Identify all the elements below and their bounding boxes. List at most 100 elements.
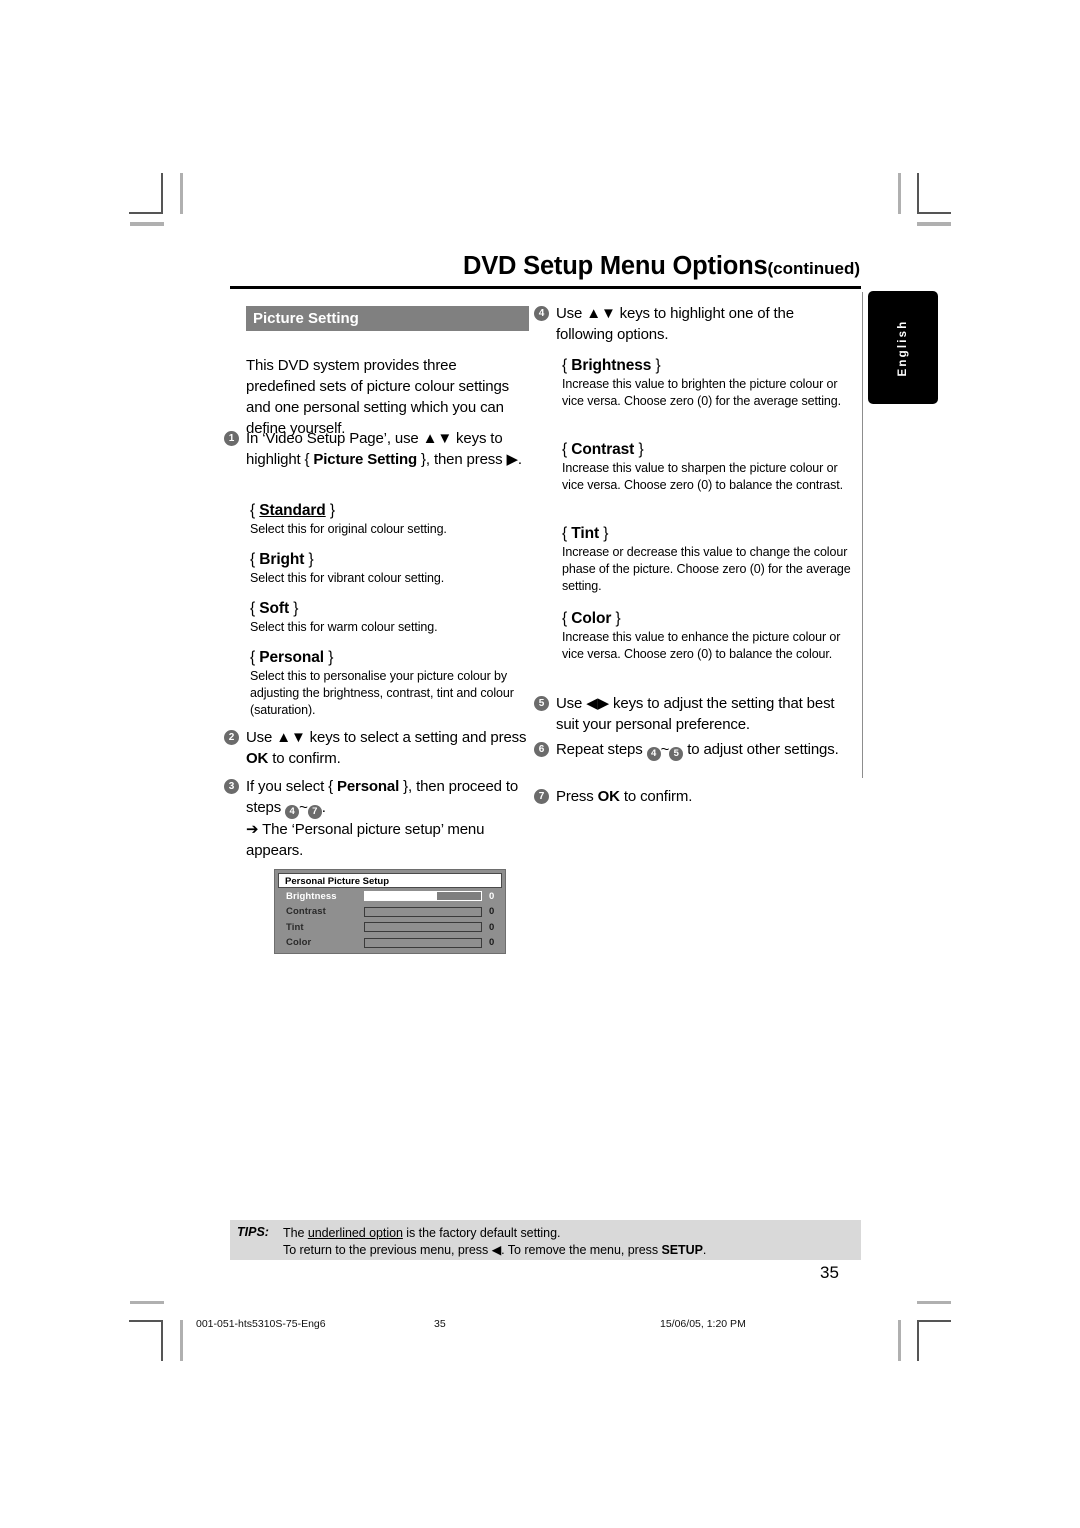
osd-menu-title: Personal Picture Setup — [278, 873, 502, 888]
tips-line-1-a: The — [283, 1226, 308, 1240]
option-bright-heading: { Bright } — [250, 551, 314, 568]
step-4-text: Use ▲▼ keys to highlight one of the foll… — [556, 305, 794, 343]
option-personal-desc: Select this to personalise your picture … — [250, 669, 514, 717]
option-standard-heading: { Standard } — [250, 502, 335, 519]
page-title-continued: (continued) — [767, 259, 860, 278]
osd-value-tint: 0 — [489, 921, 495, 933]
osd-label-color: Color — [286, 937, 312, 949]
color-bar-top-right — [917, 222, 951, 226]
tips-line-1-b: is the factory default setting. — [402, 1226, 561, 1240]
setting-color-desc: Increase this value to enhance the pictu… — [562, 630, 841, 661]
setting-contrast-name: Contrast — [571, 441, 635, 458]
osd-value-color: 0 — [489, 937, 495, 949]
osd-label-brightness: Brightness — [286, 890, 337, 902]
setting-contrast-heading: { Contrast } — [562, 441, 644, 458]
step-1-text: In ‘Video Setup Page’, use ▲▼ keys to hi… — [246, 428, 529, 470]
crop-mark-bottom-left-vertical — [161, 1320, 163, 1361]
trim-mark-top-right — [898, 173, 901, 214]
option-soft: { Soft } Select this for warm colour set… — [250, 598, 533, 636]
osd-slider-brightness[interactable] — [364, 891, 482, 902]
tips-label: TIPS: — [237, 1225, 269, 1239]
option-standard: { Standard } Select this for original co… — [250, 500, 533, 538]
step-6-text-b: to adjust other settings. — [683, 741, 839, 758]
footer-filename: 001-051-hts5310S-75-Eng6 — [196, 1318, 326, 1330]
option-personal: { Personal } Select this to personalise … — [250, 647, 533, 719]
crop-mark-top-left-vertical — [161, 173, 163, 214]
option-standard-desc: Select this for original colour setting. — [250, 522, 447, 536]
trim-mark-bottom-right — [898, 1320, 901, 1361]
step-1-text-bold: Picture Setting — [313, 451, 418, 468]
step-7-text-b: to confirm. — [619, 788, 693, 805]
osd-row-brightness[interactable]: Brightness 0 — [278, 889, 502, 904]
step-2-text: Use ▲▼ keys to select a setting and pres… — [246, 727, 529, 769]
step-3-text: If you select { Personal }, then proceed… — [246, 776, 529, 861]
crop-mark-top-left-horizontal — [129, 212, 163, 214]
page-title-main: DVD Setup Menu Options — [463, 252, 768, 280]
osd-value-contrast: 0 — [489, 906, 495, 918]
color-bar-bottom-right — [917, 1301, 951, 1304]
step-4-bullet: 4 — [534, 306, 549, 321]
step-6-range-to: 5 — [669, 747, 684, 761]
option-standard-name: Standard — [259, 502, 326, 519]
option-bright-name: Bright — [259, 551, 305, 568]
option-bright: { Bright } Select this for vibrant colou… — [250, 549, 533, 587]
setting-brightness-desc: Increase this value to brighten the pict… — [562, 377, 841, 408]
option-soft-heading: { Soft } — [250, 600, 299, 617]
tips-line-2-setup: SETUP — [661, 1243, 703, 1257]
osd-slider-tint[interactable] — [364, 922, 482, 933]
personal-picture-setup-menu: Personal Picture Setup Brightness 0 Cont… — [274, 869, 506, 954]
osd-label-tint: Tint — [286, 921, 304, 933]
trim-mark-top-left — [180, 173, 183, 214]
section-header-label: Picture Setting — [253, 310, 359, 327]
osd-label-contrast: Contrast — [286, 906, 326, 918]
step-2-text-b: to confirm. — [268, 750, 341, 767]
page-title: DVD Setup Menu Options(continued) — [230, 252, 860, 281]
setting-contrast-desc: Increase this value to sharpen the pictu… — [562, 461, 844, 492]
step-6-bullet: 6 — [534, 742, 549, 757]
osd-slider-contrast[interactable] — [364, 906, 482, 917]
setting-tint-heading: { Tint } — [562, 525, 609, 542]
step-7-text-a: Press — [556, 788, 598, 805]
step-3-text-a: If you select { — [246, 778, 337, 795]
step-6-text: Repeat steps 4 ~5 to adjust other setting… — [556, 741, 839, 761]
setting-color-name: Color — [571, 610, 612, 627]
osd-value-brightness: 0 — [489, 890, 495, 902]
option-soft-desc: Select this for warm colour setting. — [250, 620, 438, 634]
color-bar-top-left — [130, 222, 164, 226]
step-3-range-from: 4 — [285, 805, 300, 819]
tips-line-2-c: . — [702, 1243, 707, 1257]
trim-mark-bottom-left — [180, 1320, 183, 1361]
step-6-range-from: 4 — [646, 747, 661, 761]
setting-color-heading: { Color } — [562, 610, 621, 627]
setting-brightness-name: Brightness — [571, 357, 652, 374]
step-6-text-a: Repeat steps — [556, 741, 647, 758]
tips-line-2-a: To return to the previous menu, press ◀.… — [283, 1243, 662, 1257]
step-7-text: Press OK to confirm. — [556, 786, 839, 807]
tips-line-2: To return to the previous menu, press ◀.… — [283, 1242, 706, 1259]
step-3-bullet: 3 — [224, 779, 239, 794]
setting-tint: { Tint } Increase or decrease this value… — [562, 523, 852, 595]
crop-mark-top-right-horizontal — [917, 212, 951, 214]
tips-line-1: The underlined option is the factory def… — [283, 1225, 706, 1242]
option-soft-name: Soft — [259, 600, 290, 617]
option-bright-desc: Select this for vibrant colour setting. — [250, 571, 445, 585]
step-1-bullet: 1 — [224, 431, 239, 446]
setting-tint-desc: Increase or decrease this value to chang… — [562, 545, 851, 593]
osd-slider-fill-brightness — [365, 892, 437, 901]
tips-box: TIPS: The underlined option is the facto… — [230, 1220, 861, 1260]
tips-content: The underlined option is the factory def… — [283, 1225, 706, 1259]
column-divider-rule — [862, 292, 863, 778]
crop-mark-top-right-vertical — [917, 173, 919, 214]
intro-paragraph: This DVD system provides three predefine… — [246, 357, 510, 437]
osd-slider-color[interactable] — [364, 937, 482, 948]
option-personal-name: Personal — [259, 649, 324, 666]
osd-row-color[interactable]: Color 0 — [278, 936, 502, 951]
document-page: DVD Setup Menu Options(continued) Englis… — [0, 0, 1080, 1528]
setting-contrast: { Contrast } Increase this value to shar… — [562, 439, 852, 494]
osd-row-contrast[interactable]: Contrast 0 — [278, 905, 502, 920]
crop-mark-bottom-right-vertical — [917, 1320, 919, 1361]
osd-row-tint[interactable]: Tint 0 — [278, 920, 502, 935]
section-header-bar: Picture Setting — [246, 306, 529, 331]
step-7-bullet: 7 — [534, 789, 549, 804]
step-5-bullet: 5 — [534, 696, 549, 711]
